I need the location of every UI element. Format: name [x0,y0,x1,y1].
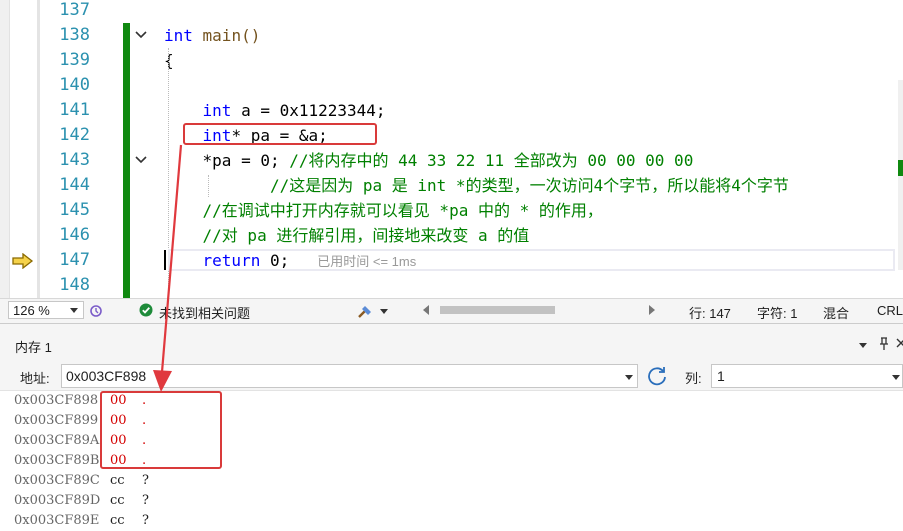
annotation-arrow [153,144,183,392]
